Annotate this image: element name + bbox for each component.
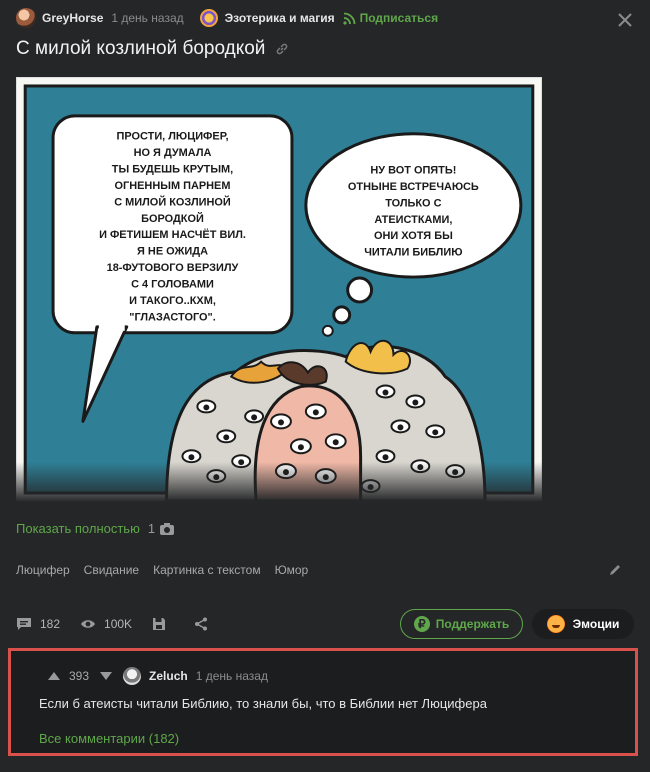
support-button[interactable]: ₽ Поддержать [400,609,523,639]
tag-item[interactable]: Картинка с текстом [153,563,260,577]
community-icon[interactable] [199,9,218,27]
bubble-line: ПРОСТИ, ЛЮЦИФЕР, [116,131,228,143]
comment-text: Если б атеисты читали Библию, то знали б… [39,696,487,711]
bubble-line: И ТАКОГО..КХМ, [129,295,216,307]
pencil-icon[interactable] [608,563,622,577]
comic-illustration: ПРОСТИ, ЛЮЦИФЕР, НО Я ДУМАЛА ТЫ БУДЕШЬ КРУ… [23,84,535,501]
tag-list: Люцифер Свидание Картинка с текстом Юмор [16,563,322,577]
bubble-line: НУ ВОТ ОПЯТЬ! [370,165,456,177]
comment-icon [17,618,31,630]
bubble-line: БОРОДКОЙ [141,212,204,225]
tag-item[interactable]: Люцифер [16,563,70,577]
share-icon [195,617,208,631]
close-icon[interactable] [616,11,634,29]
comment-avatar[interactable] [123,667,142,685]
upvote-icon[interactable] [47,671,61,681]
emotions-button[interactable]: Эмоции [532,609,634,639]
bubble-line: ТЫ БУДЕШЬ КРУТЫМ, [112,164,233,176]
downvote-icon[interactable] [99,671,113,681]
bubble-line: С 4 ГОЛОВАМИ [131,279,214,291]
comment-time: 1 день назад [195,669,268,683]
bubble-line: НО Я ДУМАЛА [134,147,212,159]
bubble-line: ЧИТАЛИ БИБЛИЮ [364,247,462,259]
support-label: Поддержать [435,617,510,631]
bubble-line: ОНИ ХОТЯ БЫ [374,230,453,242]
top-comment: 393 Zeluch 1 день назад Если б атеисты ч… [8,648,638,756]
link-icon[interactable] [275,42,289,56]
comments-count: 182 [40,617,61,631]
bubble-line: И ФЕТИШЕМ НАСЧЁТ ВИЛ. [99,228,246,241]
community-name[interactable]: Эзотерика и магия [225,11,335,25]
bubble-line: ОГНЕННЫМ ПАРНЕМ [115,180,231,192]
bubble-line: 18-ФУТОВОГО ВЕРЗИЛУ [107,262,239,274]
comment-meta: 393 Zeluch 1 день назад [47,667,268,685]
show-full-link[interactable]: Показать полностью 1 [16,521,175,536]
photo-count: 1 [147,521,156,536]
bubble-line: ОТНЫНЕ ВСТРЕЧАЮСЬ [348,181,479,193]
share-button[interactable] [194,617,216,631]
comments-counter[interactable]: 182 [16,617,60,631]
save-button[interactable] [152,617,174,631]
author-name[interactable]: GreyHorse [42,11,103,25]
bubble-line: Я НЕ ОЖИДА [137,246,208,258]
tag-item[interactable]: Свидание [84,563,139,577]
emoji-icon [546,615,565,633]
comment-author[interactable]: Zeluch [149,669,188,683]
subscribe-button[interactable]: Подписаться [360,11,438,25]
eye-icon [81,620,96,628]
camera-icon [160,522,175,535]
show-full-label[interactable]: Показать полностью [16,521,140,536]
image-fade [16,462,542,502]
tag-item[interactable]: Юмор [275,563,309,577]
post-actions: 182 100K ₽ Поддержать Эмоции [16,609,634,639]
bubble-line: С МИЛОЙ КОЗЛИНОЙ [114,195,231,208]
bubble-line: "ГЛАЗАСТОГО". [129,311,216,323]
all-comments-link[interactable]: Все комментарии (182) [39,731,179,746]
post-title-text[interactable]: С милой козлиной бородкой [16,38,265,60]
save-icon [153,618,166,630]
comment-score: 393 [69,669,90,683]
post-header: GreyHorse 1 день назад Эзотерика и магия… [16,8,636,28]
views-counter: 100K [80,617,132,631]
bubble-line: АТЕИСТКАМИ, [374,214,452,226]
post-time: 1 день назад [111,11,184,25]
bubble-line: ТОЛЬКО С [385,197,441,209]
emotions-label: Эмоции [572,617,620,631]
post-title[interactable]: С милой козлиной бородкой [16,38,289,60]
rss-icon [343,12,356,25]
views-count: 100K [104,617,133,631]
post-image[interactable]: ПРОСТИ, ЛЮЦИФЕР, НО Я ДУМАЛА ТЫ БУДЕШЬ КРУ… [16,77,542,502]
ruble-icon: ₽ [413,616,430,632]
author-avatar[interactable] [16,8,36,28]
